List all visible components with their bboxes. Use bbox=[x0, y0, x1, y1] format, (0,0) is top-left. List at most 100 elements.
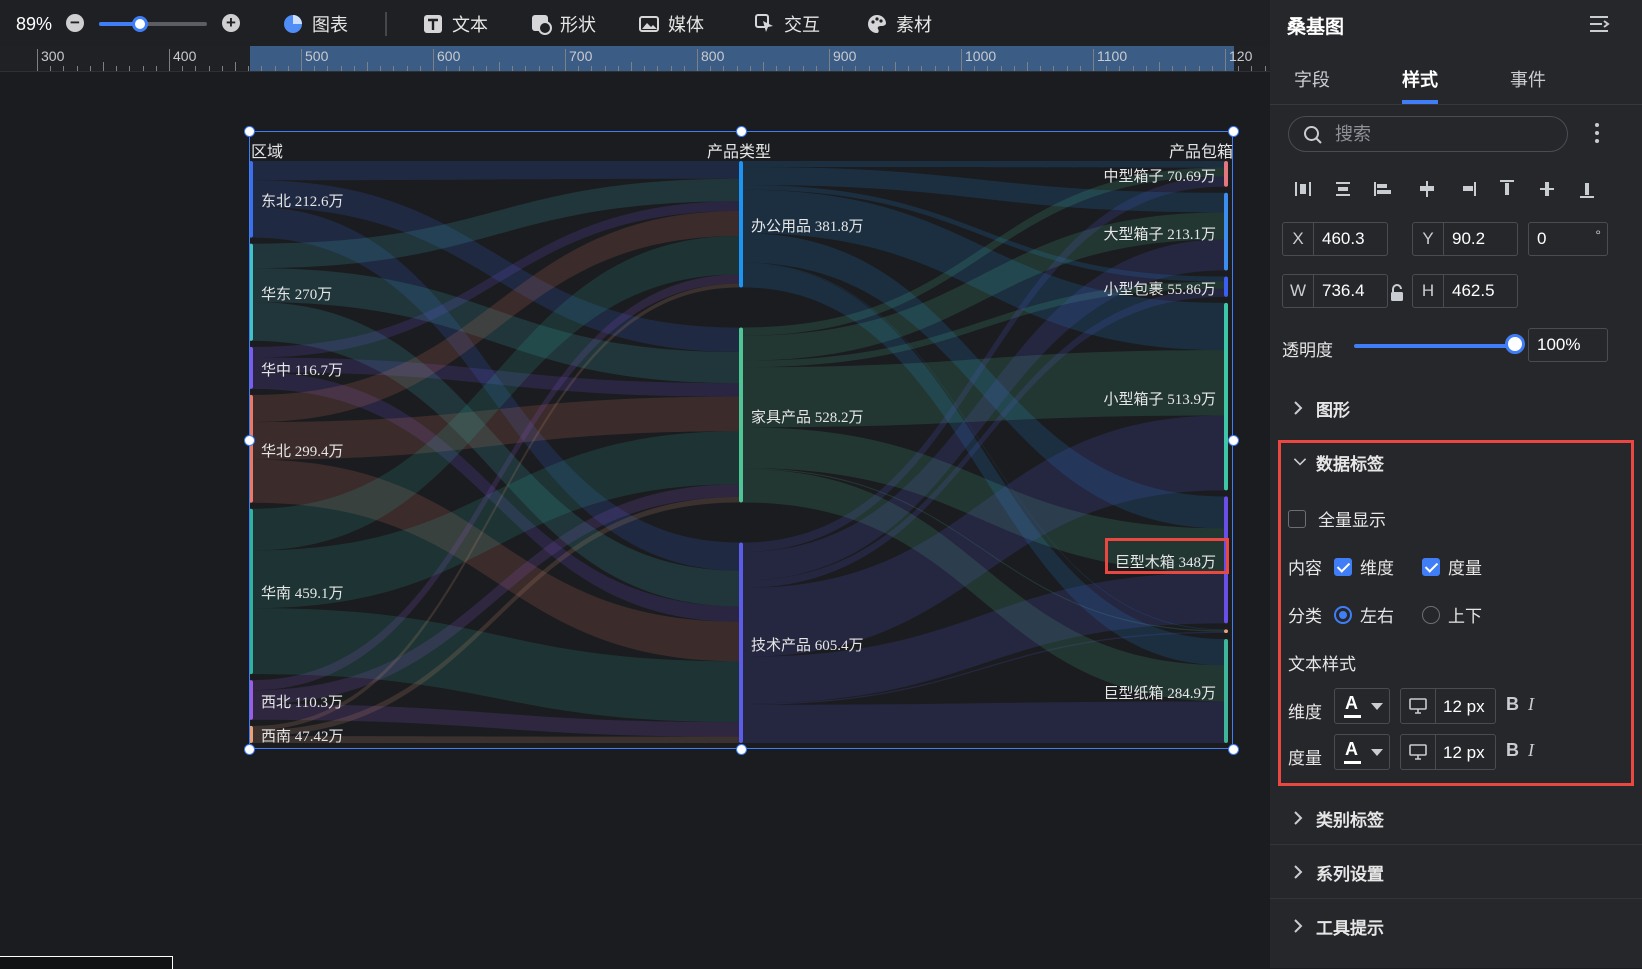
x-label: X bbox=[1283, 223, 1314, 255]
ruler-tick bbox=[1159, 62, 1160, 71]
ruler-tick bbox=[789, 66, 791, 71]
toolbar-media-label: 媒体 bbox=[668, 15, 704, 35]
ruler-tick bbox=[1172, 66, 1174, 71]
toolbar-assets-button[interactable]: 素材 bbox=[866, 12, 932, 36]
search-box bbox=[1288, 116, 1568, 152]
sankey-node-label: 东北 212.6万 bbox=[261, 194, 344, 211]
toolbar-media-button[interactable]: 媒体 bbox=[638, 12, 704, 36]
zoom-out-button[interactable]: − bbox=[66, 14, 84, 32]
search-input[interactable] bbox=[1333, 123, 1557, 146]
resize-handle[interactable] bbox=[244, 126, 255, 137]
toolbar-interaction-label: 交互 bbox=[784, 15, 820, 35]
height-input[interactable] bbox=[1444, 275, 1517, 307]
active-tab-indicator bbox=[1402, 100, 1438, 104]
width-input[interactable] bbox=[1314, 275, 1387, 307]
ruler-tick bbox=[1251, 66, 1253, 71]
height-field: H bbox=[1412, 274, 1518, 308]
align-middle-vertical-icon[interactable] bbox=[1536, 174, 1558, 204]
toolbar-chart-button[interactable]: 图表 bbox=[282, 12, 348, 36]
ruler-tick bbox=[855, 66, 857, 71]
sankey-node-label: 大型箱子 213.1万 bbox=[1103, 226, 1216, 243]
opacity-label: 透明度 bbox=[1282, 341, 1333, 360]
resize-handle[interactable] bbox=[1228, 435, 1239, 446]
ruler-tick bbox=[591, 66, 593, 71]
ruler-tick bbox=[1040, 66, 1042, 71]
toolbar-text-label: 文本 bbox=[452, 15, 488, 35]
y-input[interactable] bbox=[1444, 223, 1517, 255]
opacity-slider-handle[interactable] bbox=[1505, 334, 1525, 354]
distribute-vertical-icon[interactable] bbox=[1332, 174, 1354, 204]
toolbar-chart-label: 图表 bbox=[312, 15, 348, 35]
palette-icon bbox=[868, 14, 886, 33]
ruler-tick bbox=[248, 66, 250, 71]
ruler-tick bbox=[1132, 66, 1134, 71]
more-options-icon[interactable] bbox=[1592, 120, 1602, 146]
horizontal-ruler: 300 400 500 600 700 800 900 1000 1100 120 bbox=[0, 46, 1270, 72]
zoom-in-button[interactable]: + bbox=[222, 14, 240, 32]
ruler-label: 400 bbox=[173, 48, 197, 64]
opacity-slider[interactable] bbox=[1354, 344, 1516, 348]
toolbar-divider bbox=[385, 12, 387, 36]
align-top-icon[interactable] bbox=[1496, 174, 1518, 204]
opacity-input[interactable] bbox=[1529, 329, 1607, 361]
ruler-tick bbox=[1264, 66, 1266, 71]
ruler-tick bbox=[208, 66, 210, 71]
ruler-tick bbox=[37, 49, 38, 71]
shape-icon bbox=[532, 15, 552, 35]
resize-handle[interactable] bbox=[1228, 744, 1239, 755]
section-tooltip[interactable]: 工具提示 bbox=[1270, 900, 1642, 952]
ruler-tick bbox=[1000, 66, 1002, 71]
zoom-slider[interactable] bbox=[99, 16, 207, 32]
section-category-label[interactable]: 类别标签 bbox=[1270, 792, 1642, 844]
ruler-tick bbox=[393, 66, 395, 71]
ruler-tick bbox=[842, 66, 844, 71]
y-position-field: Y bbox=[1412, 222, 1518, 256]
section-series-settings[interactable]: 系列设置 bbox=[1270, 846, 1642, 898]
ruler-tick bbox=[565, 49, 566, 71]
search-icon bbox=[1304, 126, 1322, 144]
ruler-tick bbox=[763, 62, 764, 71]
x-input[interactable] bbox=[1314, 223, 1387, 255]
align-left-icon[interactable] bbox=[1372, 174, 1394, 204]
data-label-highlight-box bbox=[1278, 440, 1634, 786]
distribute-horizontal-icon[interactable] bbox=[1292, 174, 1314, 204]
ruler-tick bbox=[50, 66, 52, 71]
zoom-slider-handle[interactable] bbox=[132, 16, 149, 32]
level-header-region: 区域 bbox=[251, 144, 284, 161]
sankey-node-label: 技术产品 605.4万 bbox=[751, 637, 864, 654]
ruler-tick bbox=[921, 66, 923, 71]
ruler-label: 900 bbox=[833, 48, 857, 64]
zoom-percentage: 89% bbox=[16, 14, 53, 34]
resize-handle[interactable] bbox=[244, 744, 255, 755]
resize-handle[interactable] bbox=[736, 744, 747, 755]
resize-handle[interactable] bbox=[736, 126, 747, 137]
text-icon bbox=[424, 15, 442, 33]
width-field: W bbox=[1282, 274, 1388, 308]
unlock-icon[interactable] bbox=[1390, 284, 1404, 302]
ruler-tick bbox=[406, 66, 408, 71]
resize-handle[interactable] bbox=[1228, 126, 1239, 137]
section-graphics[interactable]: 图形 bbox=[1270, 382, 1642, 434]
toolbar-shape-button[interactable]: 形状 bbox=[530, 12, 596, 36]
ruler-tick bbox=[670, 66, 672, 71]
resize-handle[interactable] bbox=[244, 435, 255, 446]
ruler-tick bbox=[103, 62, 104, 71]
ruler-tick bbox=[1119, 66, 1121, 71]
ruler-tick bbox=[499, 62, 500, 71]
section-series-settings-title: 系列设置 bbox=[1316, 865, 1384, 884]
chevron-right-icon bbox=[1294, 919, 1303, 933]
collapse-panel-icon[interactable] bbox=[1588, 14, 1610, 34]
tab-style[interactable]: 样式 bbox=[1402, 66, 1438, 92]
toolbar-interaction-button[interactable]: 交互 bbox=[754, 12, 820, 36]
tab-events[interactable]: 事件 bbox=[1510, 66, 1546, 92]
ruler-label: 1000 bbox=[965, 48, 997, 64]
sankey-node-label: 华南 459.1万 bbox=[261, 586, 344, 603]
ruler-tick bbox=[908, 66, 910, 71]
align-center-horizontal-icon[interactable] bbox=[1416, 174, 1438, 204]
ruler-tick bbox=[895, 62, 896, 71]
ruler-tick bbox=[631, 62, 632, 71]
align-bottom-icon[interactable] bbox=[1576, 174, 1598, 204]
toolbar-text-button[interactable]: 文本 bbox=[422, 12, 488, 36]
align-right-icon[interactable] bbox=[1456, 174, 1478, 204]
tab-fields[interactable]: 字段 bbox=[1294, 66, 1330, 92]
